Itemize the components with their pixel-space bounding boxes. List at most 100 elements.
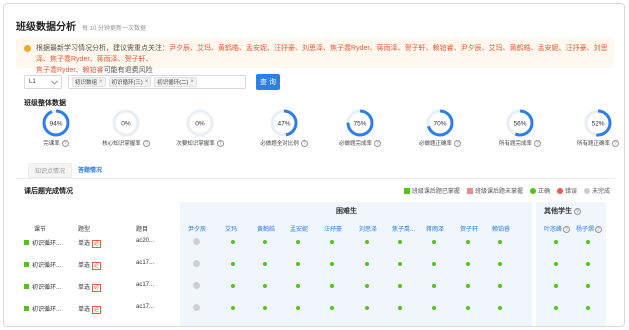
status-correct[interactable]	[554, 283, 558, 288]
status-not-done[interactable]	[192, 238, 200, 245]
row-question[interactable]: ac20...	[136, 238, 154, 244]
stat-value: 75%	[353, 121, 366, 128]
status-correct[interactable]	[330, 305, 334, 310]
status-correct[interactable]	[398, 239, 402, 244]
status-correct[interactable]	[586, 283, 590, 288]
legend-not-done: 未完成	[583, 186, 610, 195]
student-column-header[interactable]: 艾玛	[225, 224, 237, 233]
mastery-indicator	[24, 284, 29, 289]
stat-item: 70% 必做题正确率?	[410, 108, 470, 147]
status-correct[interactable]	[296, 283, 300, 288]
student-column-header[interactable]: 蒋雨泽	[426, 224, 444, 233]
row-question[interactable]: ac17...	[136, 304, 154, 310]
status-correct[interactable]	[296, 261, 300, 266]
help-icon[interactable]: ?	[61, 139, 69, 147]
status-correct[interactable]	[586, 239, 590, 244]
tab-answers[interactable]: 答题情况	[72, 163, 108, 178]
student-column-header[interactable]: 孟安妮	[290, 224, 308, 233]
close-icon[interactable]: ×	[190, 79, 194, 85]
row-section[interactable]: 初识循环...	[24, 282, 61, 291]
status-correct[interactable]	[263, 261, 267, 266]
help-icon[interactable]: ?	[454, 139, 461, 147]
status-correct[interactable]	[398, 283, 402, 288]
tab-bar: 知识点情况 答题情况	[28, 163, 108, 178]
student-column-header[interactable]: 黄鹤皓	[257, 224, 275, 233]
status-not-done[interactable]	[192, 304, 200, 311]
status-correct[interactable]	[498, 261, 502, 266]
help-icon[interactable]: ?	[142, 139, 150, 147]
stat-label: 必做题完成率?	[339, 139, 381, 147]
status-correct[interactable]	[231, 261, 235, 266]
status-correct[interactable]	[263, 239, 267, 244]
status-correct[interactable]	[365, 305, 369, 310]
status-correct[interactable]	[432, 239, 436, 244]
lesson-tag: 初识循环(三) ×	[108, 77, 152, 87]
stat-value: 70%	[433, 121, 446, 128]
row-question[interactable]: ac17...	[136, 282, 154, 288]
tab-knowledge[interactable]: 知识点情况	[28, 163, 73, 178]
status-correct[interactable]	[498, 283, 502, 288]
close-icon[interactable]: ×	[145, 79, 149, 85]
status-correct[interactable]	[330, 261, 334, 266]
status-correct[interactable]	[586, 305, 590, 310]
help-icon[interactable]: ?	[563, 226, 571, 233]
help-icon[interactable]: ?	[374, 139, 381, 147]
student-column-header[interactable]: 焦子喬...	[392, 224, 415, 233]
status-not-done[interactable]	[192, 260, 200, 267]
status-correct[interactable]	[466, 239, 470, 244]
row-type: 单选必	[78, 240, 102, 248]
status-correct[interactable]	[466, 261, 470, 266]
row-section[interactable]: 初识循环...	[24, 260, 61, 269]
student-column-header[interactable]: 贺子轩	[460, 224, 478, 233]
status-correct[interactable]	[231, 305, 235, 310]
status-correct[interactable]	[365, 239, 369, 244]
status-correct[interactable]	[432, 283, 436, 288]
status-correct[interactable]	[296, 239, 300, 244]
status-correct[interactable]	[432, 261, 436, 266]
status-correct[interactable]	[586, 261, 590, 266]
student-column-header[interactable]: 汪抒豪	[324, 224, 342, 233]
lesson-multiselect[interactable]: 初识数组 × 初识循环(三) × 初识循环(二) ×	[68, 75, 246, 89]
close-icon[interactable]: ×	[99, 79, 103, 85]
status-correct[interactable]	[498, 239, 502, 244]
row-section[interactable]: 初识循环...	[24, 304, 61, 313]
student-column-header[interactable]: 尹夕辰	[188, 224, 206, 233]
status-correct[interactable]	[231, 283, 235, 288]
status-correct[interactable]	[554, 239, 558, 244]
query-button[interactable]: 查 询	[256, 74, 280, 90]
status-correct[interactable]	[263, 305, 267, 310]
status-not-done[interactable]	[192, 282, 200, 289]
status-correct[interactable]	[231, 239, 235, 244]
help-icon[interactable]: ?	[534, 139, 541, 147]
stat-value: 52%	[591, 121, 604, 128]
status-correct[interactable]	[330, 283, 334, 288]
status-correct[interactable]	[498, 305, 502, 310]
status-correct[interactable]	[466, 305, 470, 310]
help-icon[interactable]: ?	[574, 207, 581, 215]
status-correct[interactable]	[554, 261, 558, 266]
status-correct[interactable]	[296, 305, 300, 310]
status-correct[interactable]	[432, 305, 436, 310]
row-section[interactable]: 初识循环...	[24, 238, 61, 247]
help-icon[interactable]: ?	[612, 139, 619, 147]
status-correct[interactable]	[554, 305, 558, 310]
other-student-column-header[interactable]: 杨子熠?	[576, 224, 603, 233]
level-select[interactable]: L1	[24, 75, 62, 89]
status-correct[interactable]	[398, 261, 402, 266]
help-icon[interactable]: ?	[300, 139, 308, 147]
col-header-question: 题目	[136, 227, 149, 233]
help-icon[interactable]: ?	[216, 139, 224, 147]
status-correct[interactable]	[365, 261, 369, 266]
row-type: 单选必	[78, 284, 102, 292]
status-correct[interactable]	[466, 283, 470, 288]
row-question[interactable]: ac17...	[136, 260, 154, 266]
status-correct[interactable]	[398, 305, 402, 310]
other-student-column-header[interactable]: 叶忞峰?	[544, 224, 571, 233]
help-icon[interactable]: ?	[595, 226, 603, 233]
status-correct[interactable]	[263, 283, 267, 288]
status-correct[interactable]	[330, 239, 334, 244]
lesson-tag: 初识循环(二) ×	[154, 77, 197, 87]
student-column-header[interactable]: 赖铂睿	[492, 224, 510, 233]
status-correct[interactable]	[365, 283, 369, 288]
student-column-header[interactable]: 刘思泽	[359, 224, 377, 233]
